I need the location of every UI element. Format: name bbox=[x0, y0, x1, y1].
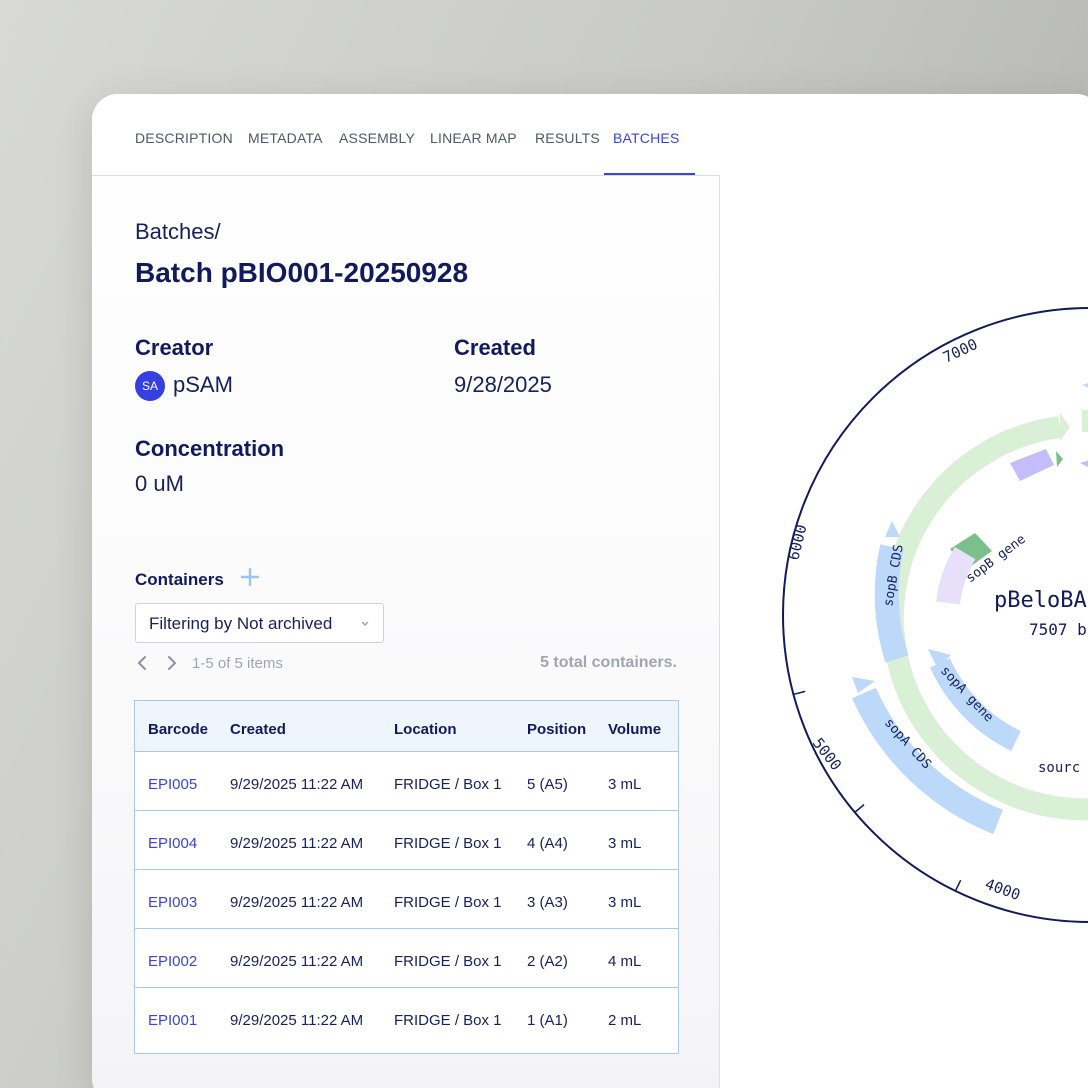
position-cell: 3 (A3) bbox=[527, 894, 568, 911]
small-green-marker bbox=[1056, 451, 1063, 467]
creator-name: pSAM bbox=[173, 372, 233, 397]
app-window: DESCRIPTION METADATA ASSEMBLY LINEAR MAP… bbox=[92, 94, 1088, 1088]
created-cell: 9/29/2025 11:22 AM bbox=[230, 835, 364, 852]
table-row[interactable]: EPI003 9/29/2025 11:22 AM FRIDGE / Box 1… bbox=[135, 870, 678, 929]
barcode-link[interactable]: EPI004 bbox=[148, 835, 197, 852]
location-cell: FRIDGE / Box 1 bbox=[394, 953, 502, 970]
created-cell: 9/29/2025 11:22 AM bbox=[230, 894, 364, 911]
location-cell: FRIDGE / Box 1 bbox=[394, 835, 502, 852]
containers-heading: Containers bbox=[135, 570, 224, 589]
created-cell: 9/29/2025 11:22 AM bbox=[230, 776, 364, 793]
tick-label-5000: 5000 bbox=[809, 734, 845, 774]
table-row[interactable]: EPI005 9/29/2025 11:22 AM FRIDGE / Box 1… bbox=[135, 752, 678, 811]
tab-metadata[interactable]: METADATA bbox=[248, 130, 323, 146]
tab-assembly[interactable]: ASSEMBLY bbox=[339, 130, 415, 146]
tab-bar: DESCRIPTION METADATA ASSEMBLY LINEAR MAP… bbox=[92, 94, 720, 176]
avatar: SA bbox=[135, 371, 165, 401]
volume-cell: 4 mL bbox=[608, 953, 642, 970]
position-cell: 5 (A5) bbox=[527, 776, 568, 793]
created-value: 9/28/2025 bbox=[454, 372, 552, 397]
plus-icon[interactable] bbox=[240, 567, 260, 587]
column-header-position[interactable]: Position bbox=[527, 721, 586, 738]
chevron-down-icon bbox=[361, 621, 369, 626]
purple-inner-feature bbox=[936, 546, 976, 605]
location-cell: FRIDGE / Box 1 bbox=[394, 894, 502, 911]
created-cell: 9/29/2025 11:22 AM bbox=[230, 1012, 364, 1029]
active-tab-indicator bbox=[604, 173, 695, 175]
plasmid-map-panel: 7000 6000 5000 4000 sourc sopB CDS sopA … bbox=[721, 94, 1088, 1088]
position-cell: 2 (A2) bbox=[527, 953, 568, 970]
column-header-location[interactable]: Location bbox=[394, 721, 457, 738]
barcode-link[interactable]: EPI002 bbox=[148, 953, 197, 970]
location-cell: FRIDGE / Box 1 bbox=[394, 776, 502, 793]
chevron-right-icon[interactable] bbox=[164, 654, 180, 672]
purple-feature-b bbox=[1080, 460, 1088, 467]
created-label: Created bbox=[454, 335, 536, 360]
table-header: Barcode Created Location Position Volume bbox=[135, 701, 678, 752]
feature-label-source: sourc bbox=[1038, 760, 1080, 776]
volume-cell: 3 mL bbox=[608, 894, 642, 911]
backbone-circle bbox=[782, 307, 1088, 923]
table-row[interactable]: EPI002 9/29/2025 11:22 AM FRIDGE / Box 1… bbox=[135, 929, 678, 988]
column-header-barcode[interactable]: Barcode bbox=[148, 721, 208, 738]
position-cell: 1 (A1) bbox=[527, 1012, 568, 1029]
purple-feature-a bbox=[1010, 449, 1054, 481]
tab-description[interactable]: DESCRIPTION bbox=[135, 130, 233, 146]
chevron-left-icon[interactable] bbox=[134, 654, 150, 672]
creator-label: Creator bbox=[135, 335, 214, 360]
table-row[interactable]: EPI001 9/29/2025 11:22 AM FRIDGE / Box 1… bbox=[135, 988, 678, 1054]
volume-cell: 3 mL bbox=[608, 835, 642, 852]
barcode-link[interactable]: EPI001 bbox=[148, 1012, 197, 1029]
tick-label-7000: 7000 bbox=[940, 335, 980, 367]
blue-feature-top bbox=[1082, 383, 1088, 388]
batch-detail-panel: DESCRIPTION METADATA ASSEMBLY LINEAR MAP… bbox=[92, 94, 720, 1088]
archive-filter-select[interactable]: Filtering by Not archived bbox=[135, 603, 384, 643]
plasmid-name: pBeloBA bbox=[994, 588, 1087, 613]
tab-linear-map[interactable]: LINEAR MAP bbox=[430, 130, 517, 146]
tab-batches[interactable]: BATCHES bbox=[613, 130, 680, 146]
total-containers: 5 total containers. bbox=[540, 654, 677, 671]
breadcrumb[interactable]: Batches/ bbox=[135, 219, 221, 245]
concentration-label: Concentration bbox=[135, 436, 285, 461]
plasmid-map[interactable]: 7000 6000 5000 4000 sourc sopB CDS sopA … bbox=[721, 94, 1088, 1088]
barcode-link[interactable]: EPI003 bbox=[148, 894, 197, 911]
column-header-volume[interactable]: Volume bbox=[608, 721, 661, 738]
created-cell: 9/29/2025 11:22 AM bbox=[230, 953, 364, 970]
pagination-range: 1-5 of 5 items bbox=[192, 655, 283, 672]
plasmid-length: 7507 b bbox=[1029, 620, 1087, 639]
containers-table: Barcode Created Location Position Volume… bbox=[134, 700, 679, 1054]
volume-cell: 3 mL bbox=[608, 776, 642, 793]
tick-label-4000: 4000 bbox=[983, 875, 1023, 904]
tab-results[interactable]: RESULTS bbox=[535, 130, 600, 146]
page-title: Batch pBIO001-20250928 bbox=[135, 257, 469, 288]
volume-cell: 2 mL bbox=[608, 1012, 642, 1029]
barcode-link[interactable]: EPI005 bbox=[148, 776, 197, 793]
column-header-created[interactable]: Created bbox=[230, 721, 286, 738]
tick-label-6000: 6000 bbox=[784, 523, 810, 562]
concentration-value: 0 uM bbox=[135, 471, 184, 496]
position-cell: 4 (A4) bbox=[527, 835, 568, 852]
filter-select-value: Filtering by Not archived bbox=[149, 614, 333, 633]
location-cell: FRIDGE / Box 1 bbox=[394, 1012, 502, 1029]
table-row[interactable]: EPI004 9/29/2025 11:22 AM FRIDGE / Box 1… bbox=[135, 811, 678, 870]
